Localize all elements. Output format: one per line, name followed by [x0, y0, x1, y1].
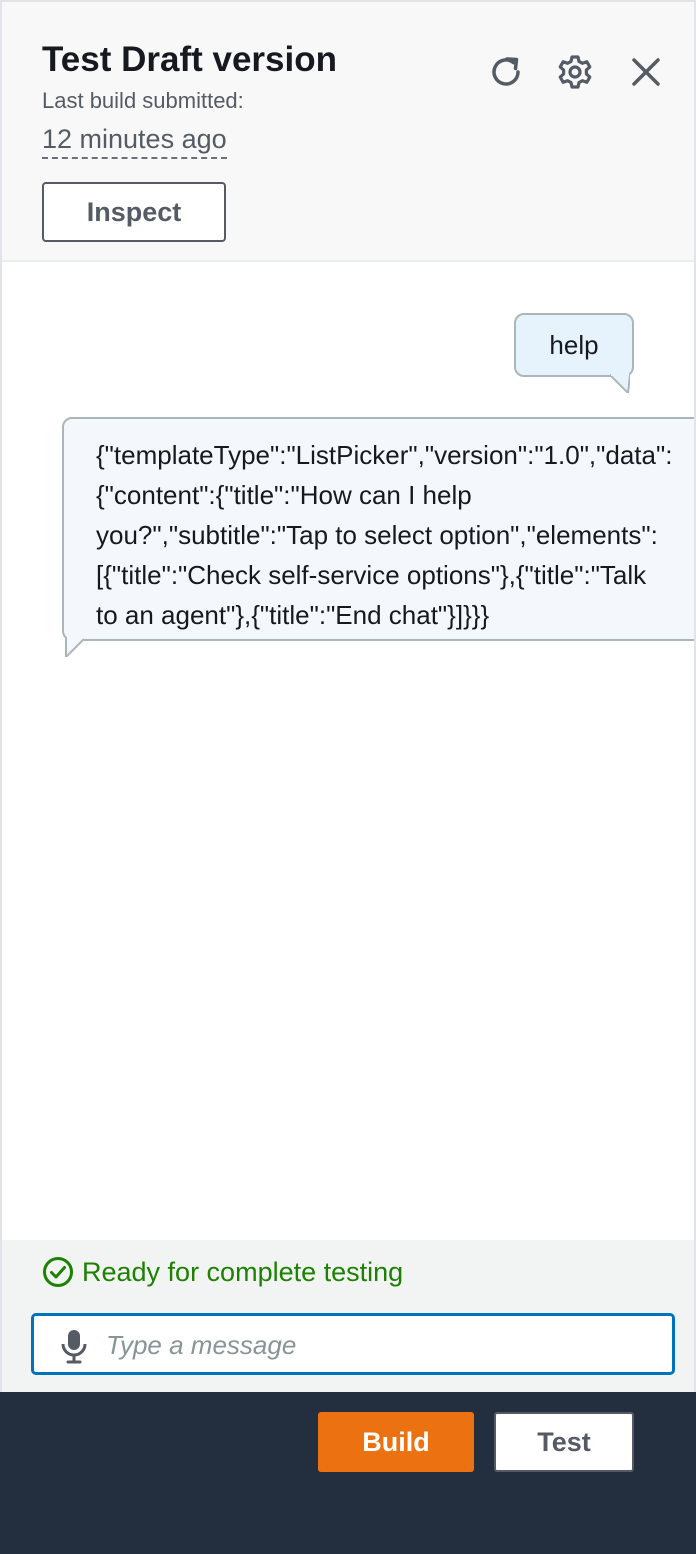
user-bubble-tail — [610, 373, 630, 393]
bot-message-line: [{"title":"Check self-service options"},… — [96, 560, 647, 590]
user-message-bubble: help — [514, 313, 634, 377]
build-button[interactable]: Build — [318, 1412, 474, 1472]
test-button[interactable]: Test — [494, 1412, 634, 1472]
bot-message-line: {"content":{"title":"How can I help — [96, 480, 472, 510]
panel-header: Test Draft version Last build submitted:… — [2, 2, 694, 262]
message-input-container[interactable] — [32, 1314, 674, 1374]
settings-icon[interactable] — [553, 50, 597, 94]
bottom-action-bar: Build Test — [0, 1392, 696, 1554]
last-build-label: Last build submitted: — [42, 88, 244, 113]
bot-message-line: {"templateType":"ListPicker","version":"… — [96, 440, 673, 470]
chat-transcript[interactable]: help {"templateType":"ListPicker","versi… — [2, 262, 694, 1240]
chat-footer: Ready for complete testing — [2, 1240, 694, 1394]
status-text: Ready for complete testing — [82, 1256, 404, 1287]
microphone-icon[interactable] — [58, 1328, 90, 1364]
last-build-time[interactable]: 12 minutes ago — [42, 124, 227, 159]
close-icon[interactable] — [624, 50, 668, 94]
testing-status: Ready for complete testing — [42, 1256, 403, 1288]
panel-title: Test Draft version — [42, 40, 337, 79]
bot-message-bubble: {"templateType":"ListPicker","version":"… — [62, 417, 694, 641]
bot-message-line: you?","subtitle":"Tap to select option",… — [96, 520, 658, 550]
test-panel: Test Draft version Last build submitted:… — [0, 0, 696, 1394]
bot-message-line: to an agent"},{"title":"End chat"}]}}} — [96, 600, 490, 630]
refresh-icon[interactable] — [484, 50, 528, 94]
message-input[interactable] — [106, 1322, 656, 1368]
inspect-button[interactable]: Inspect — [42, 182, 226, 242]
bot-bubble-tail — [65, 637, 84, 657]
check-circle-icon — [43, 1257, 73, 1287]
